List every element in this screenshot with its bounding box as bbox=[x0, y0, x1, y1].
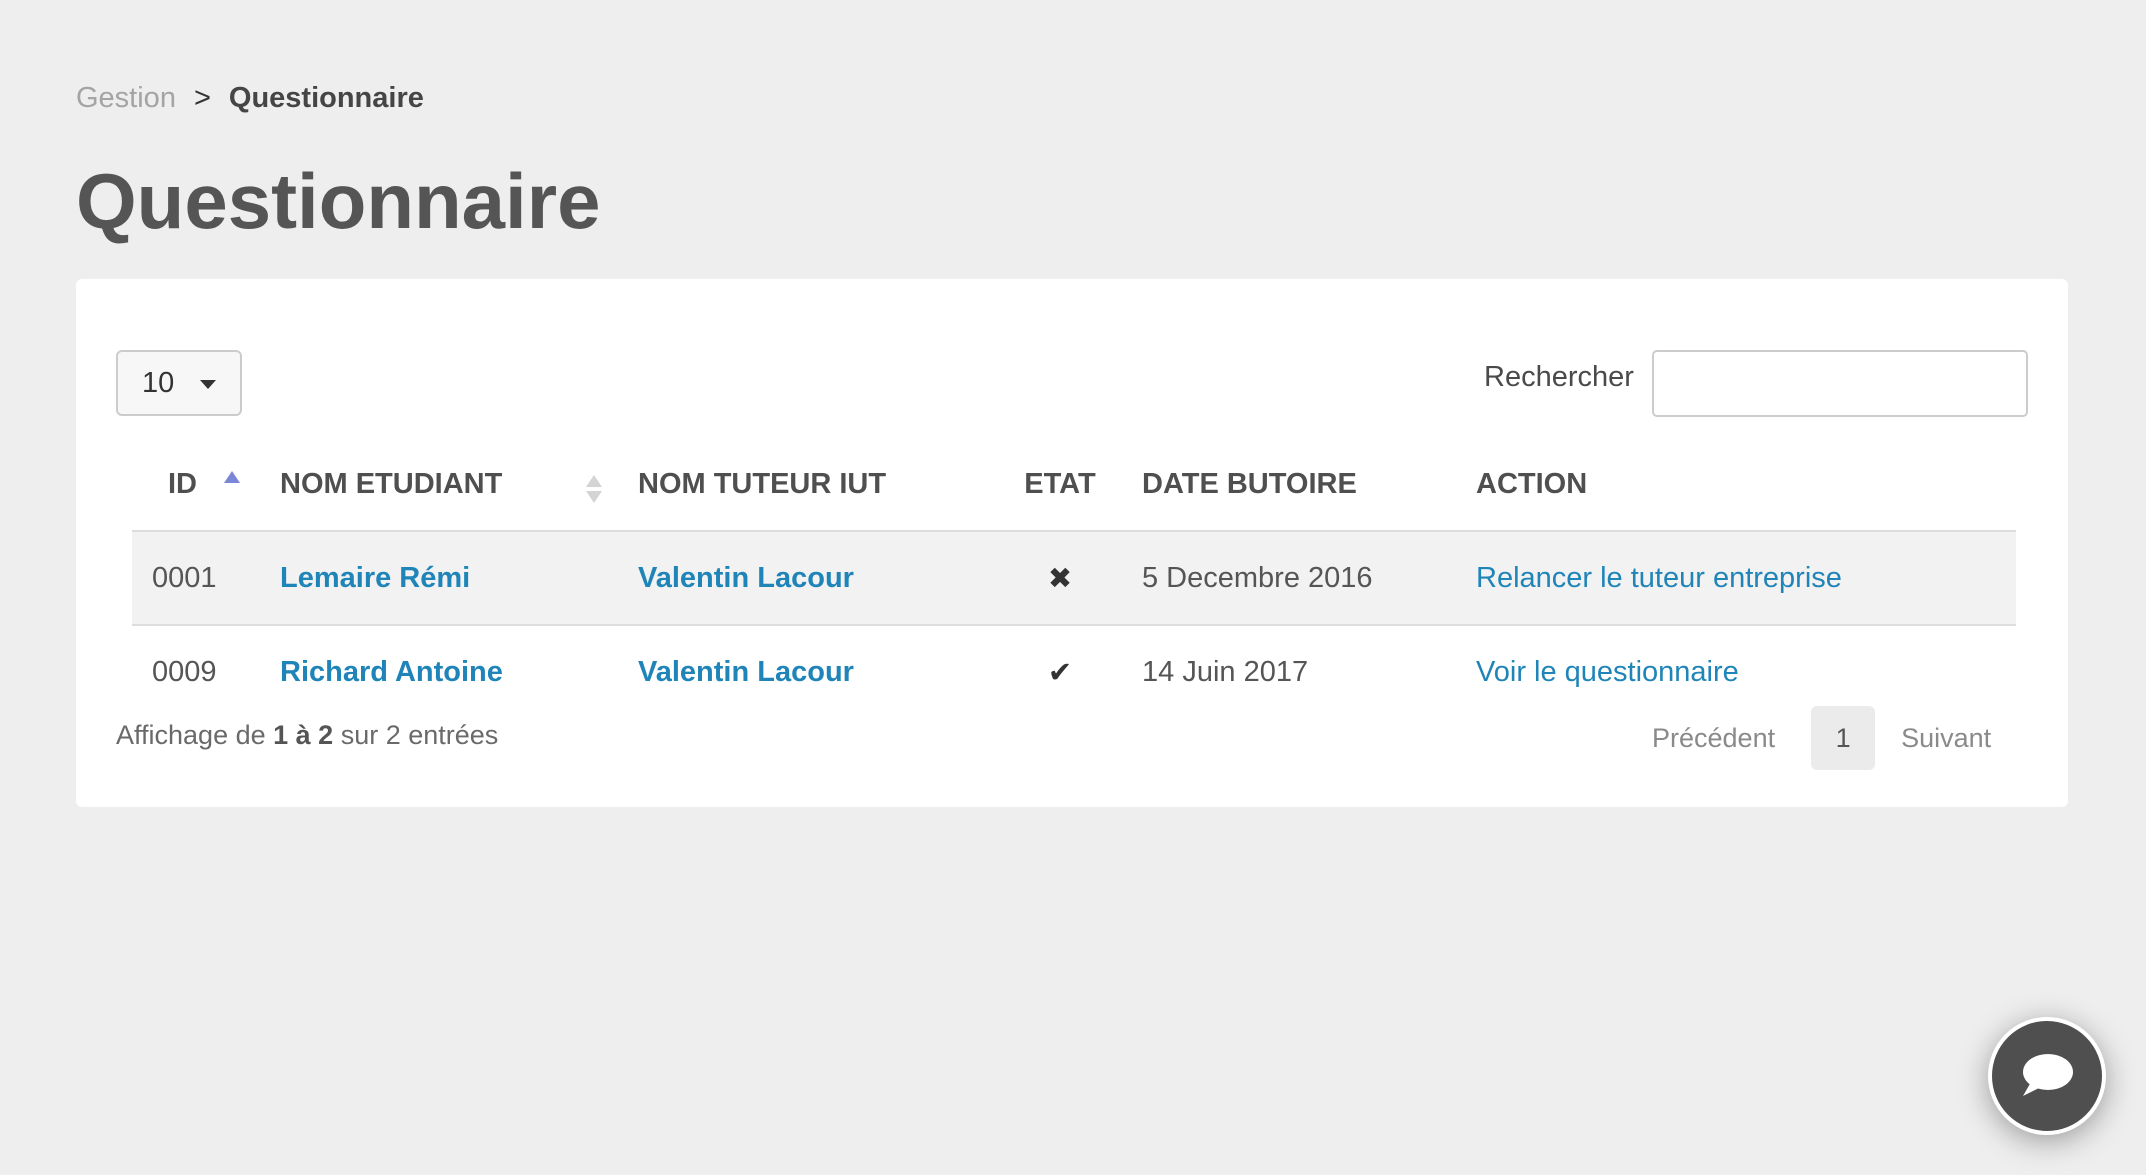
column-header-nom-tuteur-iut[interactable]: NOM TUTEUR IUT bbox=[618, 439, 998, 532]
caret-down-icon bbox=[200, 380, 216, 389]
sort-ascending-icon bbox=[224, 471, 240, 483]
column-header-nom-etudiant[interactable]: NOM ETUDIANT bbox=[260, 439, 618, 532]
column-header-date-butoire-label: DATE BUTOIRE bbox=[1142, 468, 1357, 500]
tutor-link[interactable]: Valentin Lacour bbox=[638, 656, 854, 688]
pagination-next-button[interactable]: Suivant bbox=[1889, 706, 2003, 770]
page-length-value: 10 bbox=[142, 366, 175, 399]
table-info-suffix: sur 2 entrées bbox=[340, 720, 499, 750]
table-row: 0001 Lemaire Rémi Valentin Lacour ✖ 5 De… bbox=[132, 531, 2016, 626]
page-title: Questionnaire bbox=[76, 157, 601, 245]
tutor-link[interactable]: Valentin Lacour bbox=[638, 562, 854, 594]
student-link[interactable]: Lemaire Rémi bbox=[280, 562, 470, 594]
action-link-relancer[interactable]: Relancer le tuteur entreprise bbox=[1476, 562, 1842, 594]
pagination-page-button[interactable]: 1 bbox=[1811, 706, 1876, 770]
check-icon: ✔ bbox=[1047, 656, 1073, 689]
cell-deadline: 5 Decembre 2016 bbox=[1122, 531, 1456, 626]
cell-deadline: 14 Juin 2017 bbox=[1142, 655, 1309, 688]
table-info-prefix: Affichage de bbox=[116, 720, 266, 750]
cell-id: 0001 bbox=[132, 531, 260, 626]
column-header-action[interactable]: ACTION bbox=[1456, 439, 2016, 532]
pagination: Précédent 1 Suivant bbox=[1626, 706, 2003, 770]
column-header-id-label: ID bbox=[168, 468, 197, 500]
page-length-select[interactable]: 10 bbox=[116, 350, 242, 416]
search-label: Rechercher bbox=[1484, 361, 1634, 393]
chat-button[interactable] bbox=[1988, 1017, 2106, 1135]
column-header-nom-tuteur-iut-label: NOM TUTEUR IUT bbox=[638, 468, 887, 500]
column-header-etat-label: ETAT bbox=[1024, 468, 1096, 500]
student-link[interactable]: Richard Antoine bbox=[280, 656, 503, 688]
sort-both-icon bbox=[586, 475, 602, 505]
cell-id: 0009 bbox=[152, 655, 217, 688]
breadcrumb: Gestion > Questionnaire bbox=[76, 82, 424, 115]
table-header-row: ID NOM ETUDIANT NOM TUTEUR IUT ETAT DATE… bbox=[132, 439, 2016, 532]
table-row: 0009 Richard Antoine Valentin Lacour ✔ 1… bbox=[132, 625, 2016, 718]
action-link-voir[interactable]: Voir le questionnaire bbox=[1476, 656, 1739, 688]
table-panel: 10 Rechercher ID NOM ETUDIANT NOM TUTEUR… bbox=[76, 279, 2068, 807]
table-info-range: 1 à 2 bbox=[273, 720, 334, 750]
column-header-date-butoire[interactable]: DATE BUTOIRE bbox=[1122, 439, 1456, 532]
chat-bubble-icon bbox=[2023, 1054, 2073, 1096]
pagination-previous-button[interactable]: Précédent bbox=[1626, 706, 1797, 770]
column-header-nom-etudiant-label: NOM ETUDIANT bbox=[280, 468, 503, 500]
column-header-id[interactable]: ID bbox=[132, 439, 260, 532]
breadcrumb-current: Questionnaire bbox=[228, 82, 424, 114]
cross-icon: ✖ bbox=[1047, 562, 1073, 595]
search-input[interactable] bbox=[1652, 350, 2028, 417]
breadcrumb-separator: > bbox=[193, 82, 211, 114]
table-info: Affichage de 1 à 2 sur 2 entrées bbox=[116, 720, 498, 751]
breadcrumb-gestion-link[interactable]: Gestion bbox=[76, 82, 176, 115]
column-header-etat[interactable]: ETAT bbox=[998, 439, 1122, 532]
column-header-action-label: ACTION bbox=[1476, 468, 1588, 500]
questionnaire-table: ID NOM ETUDIANT NOM TUTEUR IUT ETAT DATE… bbox=[132, 439, 2016, 718]
